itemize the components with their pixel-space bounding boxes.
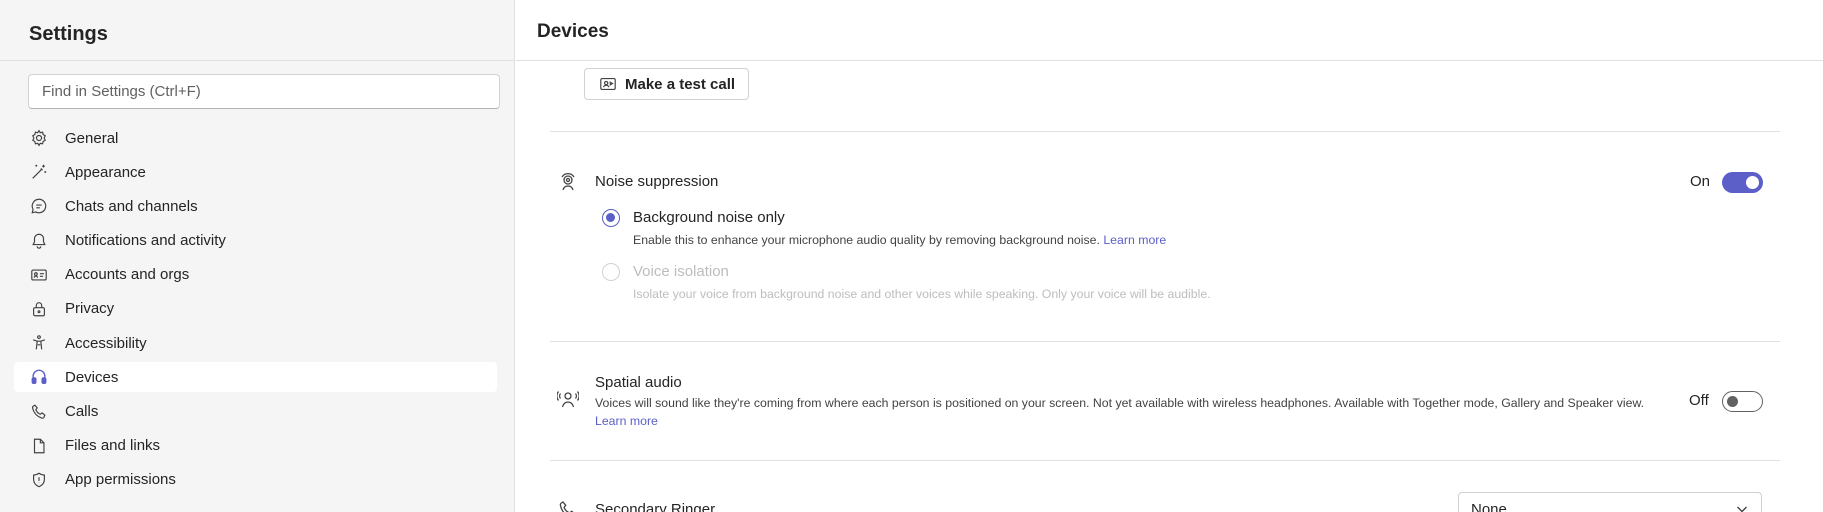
sidebar-item-appearance[interactable]: Appearance (14, 157, 497, 187)
sidebar-header: Settings (0, 0, 514, 61)
phone-icon (29, 402, 49, 422)
spatial-toggle-label: Off (1689, 392, 1709, 409)
chevron-down-icon (1737, 506, 1747, 512)
noise-toggle-label: On (1690, 173, 1711, 190)
sidebar-item-files[interactable]: Files and links (14, 431, 497, 461)
magic-wand-icon (29, 162, 49, 182)
sidebar-item-accessibility[interactable]: Accessibility (14, 328, 497, 358)
sidebar-item-chats[interactable]: Chats and channels (14, 191, 497, 221)
learn-more-link[interactable]: Learn more (1103, 233, 1166, 247)
spatial-audio-title: Spatial audio (595, 374, 682, 391)
noise-suppression-title: Noise suppression (595, 173, 719, 190)
background-noise-desc-text: Enable this to enhance your microphone a… (633, 233, 1100, 247)
noise-suppression-toggle[interactable] (1722, 172, 1763, 193)
sidebar-item-label: Chats and channels (65, 197, 198, 215)
search-input[interactable] (29, 75, 499, 108)
divider (550, 341, 1780, 342)
gear-icon (29, 128, 49, 148)
lock-icon (29, 299, 49, 319)
shield-icon (29, 470, 49, 490)
secondary-ringer-value: None (1471, 500, 1507, 512)
accessibility-icon (29, 333, 49, 353)
spatial-audio-desc: Voices will sound like they're coming fr… (595, 394, 1655, 430)
learn-more-link[interactable]: Learn more (595, 414, 658, 428)
settings-nav: General Appearance Chats and channels No… (14, 123, 497, 499)
headset-icon (29, 367, 49, 387)
main-header: Devices (516, 0, 1823, 61)
search-box[interactable] (28, 74, 500, 109)
document-icon (29, 436, 49, 456)
spatial-audio-icon (556, 388, 580, 410)
background-noise-label: Background noise only (633, 209, 785, 226)
secondary-ringer-title: Secondary Ringer (595, 501, 716, 512)
sidebar-item-label: Notifications and activity (65, 232, 226, 250)
sidebar-item-label: Accounts and orgs (65, 266, 190, 284)
voice-isolation-desc: Isolate your voice from background noise… (633, 287, 1211, 301)
bell-icon (29, 231, 49, 251)
sidebar-item-label: Devices (65, 368, 119, 386)
sidebar-item-label: Files and links (65, 437, 161, 455)
sidebar-title: Settings (29, 23, 108, 45)
test-call-icon (600, 78, 616, 90)
sidebar-item-devices[interactable]: Devices (14, 362, 497, 393)
sidebar-item-label: General (65, 129, 119, 147)
chat-icon (29, 196, 49, 216)
sidebar-item-accounts[interactable]: Accounts and orgs (14, 260, 497, 290)
sidebar-item-label: Privacy (65, 300, 115, 318)
contact-card-icon (29, 265, 49, 285)
make-test-call-button[interactable]: Make a test call (584, 68, 750, 100)
settings-sidebar: Settings General Appearance Chats and ch… (0, 0, 515, 512)
devices-panel: Devices Make a test call Noise suppressi… (516, 0, 1823, 512)
spatial-audio-desc-text: Voices will sound like they're coming fr… (595, 396, 1645, 410)
sidebar-item-notifications[interactable]: Notifications and activity (14, 226, 497, 256)
test-call-label: Make a test call (625, 75, 736, 93)
voice-isolation-radio[interactable] (602, 263, 620, 281)
secondary-ringer-dropdown[interactable]: None (1458, 492, 1762, 512)
sidebar-item-app-permissions[interactable]: App permissions (14, 465, 497, 495)
sidebar-item-label: Accessibility (65, 334, 147, 352)
sidebar-item-privacy[interactable]: Privacy (14, 294, 497, 324)
spatial-audio-toggle[interactable] (1722, 391, 1763, 412)
background-noise-radio[interactable] (602, 209, 620, 227)
sidebar-item-general[interactable]: General (14, 123, 497, 153)
sidebar-item-label: Calls (65, 403, 99, 420)
sidebar-item-label: Appearance (65, 163, 146, 181)
sidebar-item-calls[interactable]: Calls (14, 397, 497, 427)
divider (550, 460, 1780, 461)
background-noise-desc: Enable this to enhance your microphone a… (633, 231, 1166, 249)
noise-suppression-icon (557, 171, 579, 193)
voice-isolation-label: Voice isolation (633, 263, 729, 280)
divider (550, 131, 1780, 132)
ringer-phone-icon (557, 499, 579, 512)
page-title: Devices (537, 21, 609, 42)
sidebar-item-label: App permissions (65, 471, 176, 489)
